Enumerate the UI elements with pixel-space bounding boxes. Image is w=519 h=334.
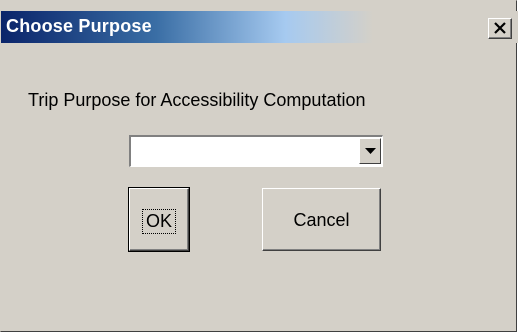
close-button[interactable] [488, 18, 512, 39]
cancel-button-label: Cancel [293, 210, 350, 230]
window-title: Choose Purpose [6, 16, 152, 36]
chevron-down-icon [365, 148, 376, 154]
dropdown-button[interactable] [359, 138, 381, 164]
choose-purpose-dialog: Choose Purpose Trip Purpose for Accessib… [0, 0, 518, 332]
close-icon [494, 22, 506, 34]
trip-purpose-select[interactable] [129, 135, 383, 167]
title-bar[interactable]: Choose Purpose [1, 11, 518, 43]
cancel-button[interactable]: Cancel [262, 188, 381, 251]
trip-purpose-label: Trip Purpose for Accessibility Computati… [28, 90, 366, 110]
ok-button[interactable]: OK [128, 187, 190, 252]
ok-button-label: OK [141, 209, 176, 234]
